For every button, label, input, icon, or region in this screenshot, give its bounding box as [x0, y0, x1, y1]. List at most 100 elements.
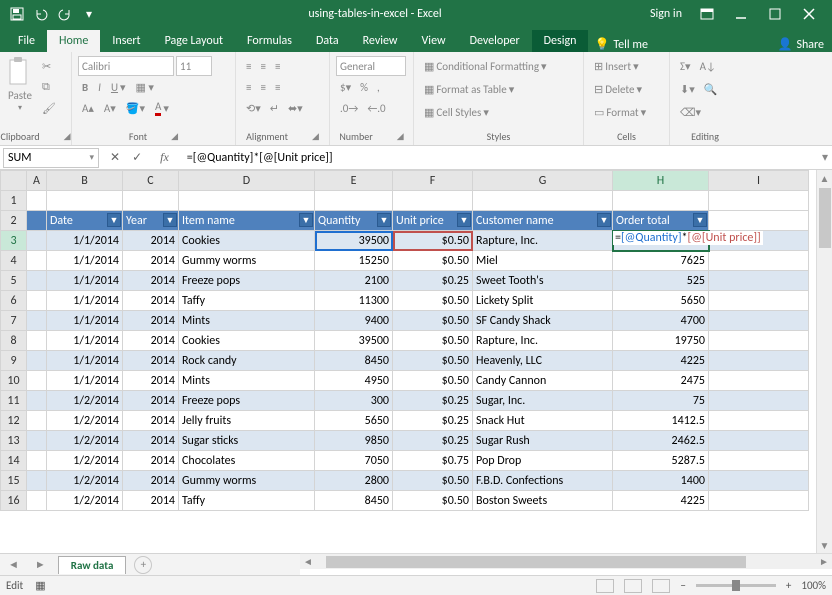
col-B[interactable]: B: [47, 171, 123, 191]
maximize-icon[interactable]: [758, 0, 792, 28]
tell-me[interactable]: 💡Tell me: [594, 37, 647, 52]
row-header[interactable]: 2: [1, 211, 27, 231]
cell[interactable]: Pop Drop: [473, 451, 613, 471]
col-E[interactable]: E: [315, 171, 393, 191]
cell[interactable]: 2014: [123, 291, 179, 311]
cell[interactable]: 2014: [123, 431, 179, 451]
table-header-cell[interactable]: Quantity▼: [315, 211, 393, 231]
row-header[interactable]: 11: [1, 391, 27, 411]
row-header[interactable]: 3: [1, 231, 27, 251]
table-header-cell[interactable]: Unit price▼: [393, 211, 473, 231]
cell[interactable]: $0.50: [393, 371, 473, 391]
table-header-cell[interactable]: Date▼: [47, 211, 123, 231]
filter-dropdown-icon[interactable]: ▼: [299, 213, 313, 227]
cell[interactable]: $0.50: [393, 491, 473, 511]
filter-dropdown-icon[interactable]: ▼: [107, 213, 121, 227]
col-A[interactable]: A: [27, 171, 47, 191]
decrease-decimal-icon[interactable]: ←.0: [363, 98, 389, 118]
share-button[interactable]: 👤Share: [777, 37, 824, 52]
cell[interactable]: 5650: [315, 411, 393, 431]
font-color-button[interactable]: A▾: [151, 98, 173, 118]
sheet-nav-prev-icon[interactable]: ◄: [0, 558, 27, 571]
cell[interactable]: 2462.5: [613, 431, 709, 451]
row-header[interactable]: 13: [1, 431, 27, 451]
increase-font-icon[interactable]: A▴: [78, 98, 98, 118]
cell[interactable]: $0.25: [393, 431, 473, 451]
col-F[interactable]: F: [393, 171, 473, 191]
cell[interactable]: 1/1/2014: [47, 331, 123, 351]
copy-icon[interactable]: ⧉: [38, 77, 60, 97]
row-header[interactable]: 1: [1, 191, 27, 211]
comma-icon[interactable]: ,: [373, 77, 384, 97]
cell[interactable]: 8450: [315, 491, 393, 511]
cell[interactable]: 2014: [123, 471, 179, 491]
merge-icon[interactable]: ⬌▾: [284, 98, 307, 118]
sort-filter-icon[interactable]: A↓: [696, 56, 720, 76]
cell[interactable]: Gummy worms: [179, 471, 315, 491]
scroll-thumb[interactable]: [819, 188, 831, 248]
cell[interactable]: 1/2/2014: [47, 391, 123, 411]
underline-button[interactable]: U ▾: [107, 77, 130, 97]
row-header[interactable]: 16: [1, 491, 27, 511]
format-as-table-button[interactable]: ▦ Format as Table ▾: [420, 79, 518, 99]
cell[interactable]: $0.75: [393, 451, 473, 471]
cell[interactable]: 1/1/2014: [47, 271, 123, 291]
align-center-icon[interactable]: ≡: [256, 77, 269, 97]
col-G[interactable]: G: [473, 171, 613, 191]
cell[interactable]: 2014: [123, 371, 179, 391]
scroll-up-icon[interactable]: ▲: [817, 170, 832, 186]
cell[interactable]: Mints: [179, 371, 315, 391]
spreadsheet-grid[interactable]: A B C D E F G H I 12Date▼Year▼Item name▼…: [0, 170, 809, 511]
cell[interactable]: 1/2/2014: [47, 491, 123, 511]
ribbon-display-icon[interactable]: [690, 0, 724, 28]
font-launcher-icon[interactable]: ◢: [171, 131, 178, 142]
tab-insert[interactable]: Insert: [100, 30, 152, 52]
cell[interactable]: 2800: [315, 471, 393, 491]
vertical-scrollbar[interactable]: ▲ ▼: [816, 170, 832, 553]
bold-button[interactable]: B: [78, 77, 92, 97]
cell[interactable]: 1/1/2014: [47, 351, 123, 371]
filter-dropdown-icon[interactable]: ▼: [457, 213, 471, 227]
align-right-icon[interactable]: ≡: [271, 77, 284, 97]
row-header[interactable]: 15: [1, 471, 27, 491]
cell[interactable]: 5287.5: [613, 451, 709, 471]
cell[interactable]: 1/2/2014: [47, 471, 123, 491]
cell[interactable]: Gummy worms: [179, 251, 315, 271]
cell[interactable]: 2014: [123, 311, 179, 331]
conditional-formatting-button[interactable]: ▦ Conditional Formatting ▾: [420, 56, 551, 76]
fx-icon[interactable]: fx: [154, 150, 175, 165]
cell[interactable]: Sugar Rush: [473, 431, 613, 451]
border-button[interactable]: ▦ ▾: [132, 77, 158, 97]
formula-input[interactable]: [183, 147, 818, 169]
italic-button[interactable]: I: [94, 77, 105, 97]
row-header[interactable]: 5: [1, 271, 27, 291]
cell[interactable]: $0.50: [393, 471, 473, 491]
cell[interactable]: 525: [613, 271, 709, 291]
filter-dropdown-icon[interactable]: ▼: [377, 213, 391, 227]
cell[interactable]: Rock candy: [179, 351, 315, 371]
cell[interactable]: 9850: [315, 431, 393, 451]
filter-dropdown-icon[interactable]: ▼: [163, 213, 177, 227]
active-cell[interactable]: =[@Quantity]*[@[Unit price]]: [613, 231, 709, 251]
tab-review[interactable]: Review: [351, 30, 410, 52]
cell[interactable]: 1/2/2014: [47, 431, 123, 451]
cell[interactable]: 2014: [123, 331, 179, 351]
tab-design[interactable]: Design: [532, 30, 589, 52]
cell[interactable]: 300: [315, 391, 393, 411]
close-icon[interactable]: [792, 0, 826, 28]
row-header[interactable]: 8: [1, 331, 27, 351]
cell[interactable]: 2014: [123, 271, 179, 291]
cell[interactable]: 2014: [123, 451, 179, 471]
table-header-cell[interactable]: Customer name▼: [473, 211, 613, 231]
cell[interactable]: F.B.D. Confections: [473, 471, 613, 491]
zoom-slider[interactable]: [696, 584, 776, 587]
cell[interactable]: 2014: [123, 251, 179, 271]
format-cells-button[interactable]: ▭ Format ▾: [590, 102, 650, 122]
zoom-in-icon[interactable]: +: [786, 579, 791, 592]
col-C[interactable]: C: [123, 171, 179, 191]
cell[interactable]: 4950: [315, 371, 393, 391]
enter-formula-icon[interactable]: ✓: [132, 150, 142, 165]
clipboard-launcher-icon[interactable]: ◢: [64, 131, 71, 142]
cell[interactable]: Taffy: [179, 291, 315, 311]
cell[interactable]: 7625: [613, 251, 709, 271]
